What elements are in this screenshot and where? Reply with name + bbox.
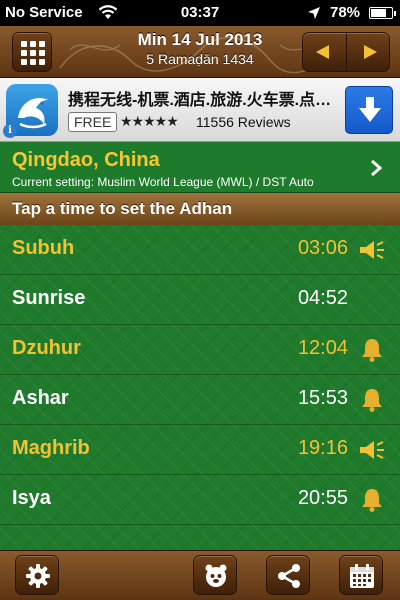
ad-info-icon[interactable]: i (3, 124, 17, 138)
header: Min 14 Jul 2013 5 Ramaḍān 1434 (0, 26, 400, 78)
qibla-button[interactable] (193, 555, 237, 595)
qibla-compass-icon (205, 564, 227, 587)
ad-title: 携程无线-机票.酒店.旅游.火车票.点… (68, 92, 332, 109)
location-city: Qingdao, China (12, 149, 160, 171)
bell-icon[interactable] (358, 337, 386, 363)
calendar-button[interactable] (339, 555, 383, 595)
menu-grid-button[interactable] (12, 32, 52, 72)
bottom-toolbar (0, 550, 400, 600)
battery-percent: 78% (330, 4, 361, 21)
next-day-button[interactable] (347, 33, 390, 71)
share-icon (278, 564, 300, 588)
prayer-name: Ashar (12, 387, 69, 409)
speaker-icon[interactable] (358, 437, 386, 463)
gear-icon (26, 564, 50, 588)
settings-button[interactable] (15, 555, 59, 595)
status-bar: No Service 03:37 78% (0, 0, 400, 26)
prayer-time[interactable]: 03:06 (240, 237, 348, 260)
calendar-icon (350, 564, 374, 588)
location-row[interactable]: Qingdao, China Current setting: Muslim W… (0, 142, 400, 193)
prayer-row-isya[interactable]: Isya 20:55 (0, 475, 400, 525)
ad-review-count: 11556 Reviews (196, 114, 291, 130)
share-button[interactable] (266, 555, 310, 595)
prayer-name: Subuh (12, 237, 75, 259)
prayer-time[interactable]: 12:04 (240, 337, 348, 360)
prayer-row-ashar[interactable]: Ashar 15:53 (0, 375, 400, 425)
battery-icon (369, 7, 396, 19)
download-arrow-icon (359, 97, 381, 122)
prayer-time[interactable]: 19:16 (240, 437, 348, 460)
gregorian-date: Min 14 Jul 2013 (137, 30, 263, 49)
grid-icon (21, 41, 45, 65)
prayer-name: Sunrise (12, 287, 86, 309)
prayer-time[interactable]: 20:55 (240, 487, 348, 510)
prayer-times-list: Subuh 03:06 Sunrise 04:52 Dzuhur 12:04 A… (0, 225, 400, 550)
hijri-date: 5 Ramaḍān 1434 (146, 51, 254, 67)
prayer-name: Isya (12, 487, 51, 509)
prayer-name: Maghrib (12, 437, 90, 459)
section-header: Tap a time to set the Adhan (0, 193, 400, 225)
bell-icon[interactable] (358, 487, 386, 513)
ad-banner[interactable]: i 携程无线-机票.酒店.旅游.火车票.点… FREE ★★★★★ 11556 … (0, 78, 400, 142)
prayer-row-sunrise[interactable]: Sunrise 04:52 (0, 275, 400, 325)
prayer-row-dzuhur[interactable]: Dzuhur 12:04 (0, 325, 400, 375)
location-arrow-icon (308, 7, 320, 19)
chevron-right-icon (371, 159, 383, 177)
calculation-setting: Current setting: Muslim World League (MW… (12, 175, 314, 189)
previous-day-button[interactable] (303, 33, 346, 71)
date-navigation (302, 32, 390, 72)
date-display: Min 14 Jul 2013 5 Ramaḍān 1434 (100, 30, 300, 67)
ad-rating-stars: ★★★★★ (120, 113, 179, 129)
speaker-icon[interactable] (358, 237, 386, 263)
prayer-time[interactable]: 04:52 (240, 287, 348, 310)
ad-download-button[interactable] (345, 86, 393, 134)
bell-icon[interactable] (358, 387, 386, 413)
prayer-row-subuh[interactable]: Subuh 03:06 (0, 225, 400, 275)
ad-price-badge: FREE (68, 112, 118, 132)
prayer-name: Dzuhur (12, 337, 81, 359)
prayer-row-maghrib[interactable]: Maghrib 19:16 (0, 425, 400, 475)
prayer-time[interactable]: 15:53 (240, 387, 348, 410)
